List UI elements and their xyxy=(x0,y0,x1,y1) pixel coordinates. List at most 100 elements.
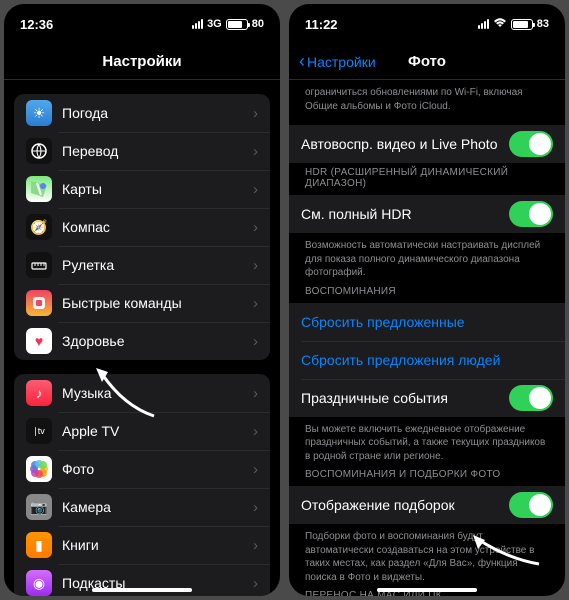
status-time: 11:22 xyxy=(305,17,338,32)
back-button[interactable]: ‹ Настройки xyxy=(299,51,376,72)
toggle-switch[interactable] xyxy=(509,385,553,411)
row-label: Камера xyxy=(62,499,243,515)
settings-row-photos[interactable]: Фото› xyxy=(14,450,270,488)
settings-row-health[interactable]: ♥ Здоровье › xyxy=(14,322,270,360)
section-header: ВОСПОМИНАНИЯ И ПОДБОРКИ ФОТО xyxy=(289,465,565,486)
chevron-right-icon: › xyxy=(253,181,258,198)
settings-row-camera[interactable]: 📷 Камера › xyxy=(14,488,270,526)
settings-row[interactable]: Сбросить предложения людей xyxy=(289,341,565,379)
compass-icon: 🧭 xyxy=(26,214,52,240)
settings-row-books[interactable]: ▮ Книги › xyxy=(14,526,270,564)
status-bar: 12:36 3G 80 xyxy=(4,4,280,44)
phone-right: 11:22 83 ‹ Настройки Фото ограничиться о… xyxy=(289,4,565,596)
chevron-right-icon: › xyxy=(253,333,258,350)
health-icon: ♥ xyxy=(26,328,52,354)
settings-row-translate[interactable]: Перевод› xyxy=(14,132,270,170)
section-header: HDR (РАСШИРЕННЫЙ ДИНАМИЧЕСКИЙ ДИАПАЗОН) xyxy=(289,163,565,195)
settings-row[interactable]: Отображение подборок xyxy=(289,486,565,524)
row-label: Здоровье xyxy=(62,333,243,349)
photos-icon xyxy=(26,456,52,482)
chevron-right-icon: › xyxy=(253,105,258,122)
row-label: Карты xyxy=(62,181,243,197)
camera-icon: 📷 xyxy=(26,494,52,520)
section-footer: Возможность автоматически настраивать ди… xyxy=(289,233,565,282)
toggle-switch[interactable] xyxy=(509,492,553,518)
settings-row[interactable]: Праздничные события xyxy=(289,379,565,417)
battery-fill xyxy=(228,21,242,28)
row-label: Быстрые команды xyxy=(62,295,243,311)
toggle-switch[interactable] xyxy=(509,131,553,157)
chevron-left-icon: ‹ xyxy=(299,51,305,72)
settings-row[interactable]: Сбросить предложенные xyxy=(289,303,565,341)
status-bar: 11:22 83 xyxy=(289,4,565,44)
chevron-right-icon: › xyxy=(253,257,258,274)
settings-section: Сбросить предложенные Сбросить предложени… xyxy=(289,303,565,417)
network-label: 3G xyxy=(207,18,222,30)
home-indicator[interactable] xyxy=(377,588,477,592)
battery-icon xyxy=(511,19,533,30)
settings-row-compass[interactable]: 🧭 Компас › xyxy=(14,208,270,246)
settings-section: Автовоспр. видео и Live Photo xyxy=(289,125,565,163)
settings-row[interactable]: См. полный HDR xyxy=(289,195,565,233)
chevron-right-icon: › xyxy=(253,461,258,478)
chevron-right-icon: › xyxy=(253,575,258,592)
settings-row-maps[interactable]: Карты › xyxy=(14,170,270,208)
status-right: 83 xyxy=(478,17,549,31)
settings-scroll[interactable]: ☀Погода›Перевод›Карты›🧭Компас›Рулетка›Бы… xyxy=(4,80,280,596)
chevron-right-icon: › xyxy=(253,143,258,160)
settings-row-tape[interactable]: Рулетка › xyxy=(14,246,270,284)
back-label: Настройки xyxy=(307,54,376,70)
row-label: Погода xyxy=(62,105,243,121)
music-icon: ♪ xyxy=(26,380,52,406)
page-title: Фото xyxy=(408,53,446,70)
nav-header: ‹ Настройки Фото xyxy=(289,44,565,80)
tape-icon xyxy=(26,252,52,278)
chevron-right-icon: › xyxy=(253,423,258,440)
maps-icon xyxy=(26,176,52,202)
row-label: Книги xyxy=(62,537,243,553)
signal-icon xyxy=(478,19,489,29)
books-icon: ▮ xyxy=(26,532,52,558)
podcasts-icon: ◉ xyxy=(26,570,52,596)
battery-icon xyxy=(226,19,248,30)
section-footer: Вы можете включить ежедневное отображени… xyxy=(289,417,565,466)
row-label: Отображение подборок xyxy=(301,497,499,513)
chevron-right-icon: › xyxy=(253,219,258,236)
signal-icon xyxy=(192,19,203,29)
shortcuts-icon xyxy=(26,290,52,316)
settings-group: ☀Погода›Перевод›Карты›🧭Компас›Рулетка›Бы… xyxy=(14,94,270,360)
settings-row-tv[interactable]: ∣tvApple TV› xyxy=(14,412,270,450)
row-label: Компас xyxy=(62,219,243,235)
settings-section: См. полный HDR xyxy=(289,195,565,233)
row-label: Автовоспр. видео и Live Photo xyxy=(301,136,499,152)
settings-row-weather[interactable]: ☀ Погода › xyxy=(14,94,270,132)
settings-row-music[interactable]: ♪ Музыка › xyxy=(14,374,270,412)
battery-pct: 80 xyxy=(252,18,264,30)
row-label: Праздничные события xyxy=(301,390,499,406)
row-label: См. полный HDR xyxy=(301,206,499,222)
settings-row-shortcuts[interactable]: Быстрые команды › xyxy=(14,284,270,322)
row-label: Музыка xyxy=(62,385,243,401)
tv-icon: ∣tv xyxy=(26,418,52,444)
section-footer: ограничиться обновлениями по Wi-Fi, вклю… xyxy=(289,80,565,115)
chevron-right-icon: › xyxy=(253,499,258,516)
translate-icon xyxy=(26,138,52,164)
battery-pct: 83 xyxy=(537,18,549,30)
wifi-icon xyxy=(493,17,507,31)
status-time: 12:36 xyxy=(20,17,53,32)
nav-header: Настройки xyxy=(4,44,280,80)
toggle-switch[interactable] xyxy=(509,201,553,227)
section-header: ВОСПОМИНАНИЯ xyxy=(289,282,565,303)
status-right: 3G 80 xyxy=(192,18,264,30)
chevron-right-icon: › xyxy=(253,385,258,402)
chevron-right-icon: › xyxy=(253,537,258,554)
row-label: Рулетка xyxy=(62,257,243,273)
settings-row[interactable]: Автовоспр. видео и Live Photo xyxy=(289,125,565,163)
settings-section: Отображение подборок xyxy=(289,486,565,524)
chevron-right-icon: › xyxy=(253,295,258,312)
row-label: Сбросить предложенные xyxy=(301,314,553,330)
weather-icon: ☀ xyxy=(26,100,52,126)
photos-settings-scroll[interactable]: ограничиться обновлениями по Wi-Fi, вклю… xyxy=(289,80,565,596)
home-indicator[interactable] xyxy=(92,588,192,592)
phone-left: 12:36 3G 80 Настройки ☀Погода›Перевод›Ка… xyxy=(4,4,280,596)
